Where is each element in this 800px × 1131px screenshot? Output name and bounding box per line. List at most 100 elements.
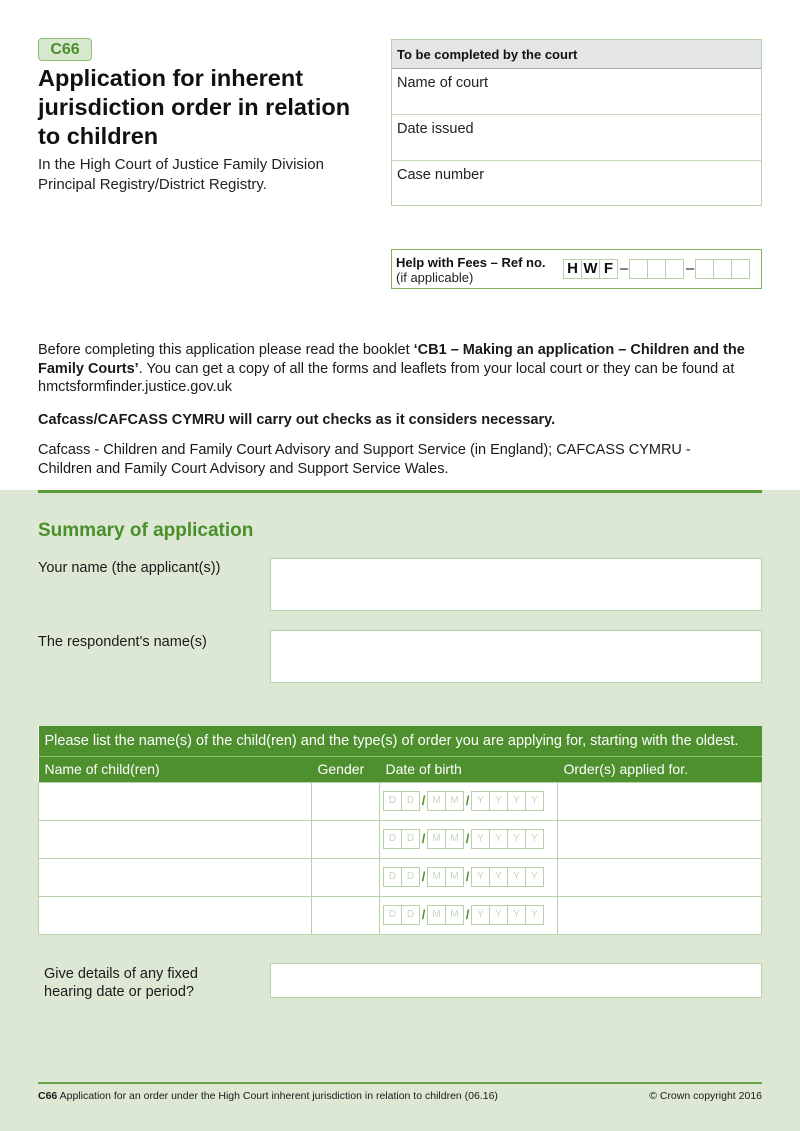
dob-digit-box[interactable]: D — [401, 867, 420, 887]
children-table: Please list the name(s) of the child(ren… — [38, 726, 762, 935]
dob-digit-box[interactable]: M — [427, 905, 446, 925]
cafcass-note: Cafcass - Children and Family Court Advi… — [38, 442, 691, 477]
dob-digit-box[interactable]: Y — [525, 867, 544, 887]
dob-input: D D / M M / Y Y Y Y — [380, 829, 557, 849]
help-with-fees-box: Help with Fees – Ref no. (if applicable)… — [391, 249, 762, 289]
case-number-field[interactable]: Case number — [392, 161, 761, 207]
hwf-digit-cell[interactable] — [695, 259, 714, 279]
footer-text: Application for an order under the High … — [57, 1090, 498, 1102]
child-gender-cell[interactable] — [311, 895, 380, 935]
hwf-prefix-cell: F — [599, 259, 618, 279]
hearing-label-line-1: Give details of any fixed — [44, 966, 198, 982]
hwf-digit-cell[interactable] — [665, 259, 684, 279]
footer-divider — [38, 1082, 762, 1084]
child-name-cell[interactable] — [38, 781, 312, 821]
dob-digit-box[interactable]: M — [445, 867, 464, 887]
dob-input: D D / M M / Y Y Y Y — [380, 905, 557, 925]
dob-digit-box[interactable]: D — [383, 867, 402, 887]
col-header-dob: Date of birth — [379, 756, 558, 782]
dob-digit-box[interactable]: M — [427, 791, 446, 811]
table-caption: Please list the name(s) of the child(ren… — [38, 726, 762, 757]
dob-digit-box[interactable]: Y — [489, 791, 508, 811]
intro-paragraph: Before completing this application pleas… — [38, 341, 768, 397]
dob-separator: / — [421, 869, 426, 884]
page-title: Application for inherent jurisdiction or… — [38, 65, 351, 149]
dob-digit-box[interactable]: Y — [525, 829, 544, 849]
hearing-label-line-2: hearing date or period? — [44, 984, 194, 1000]
hwf-digit-cell[interactable] — [647, 259, 666, 279]
subtitle-line-1: In the High Court of Justice Family Divi… — [38, 156, 324, 173]
dob-digit-box[interactable]: Y — [489, 905, 508, 925]
hearing-date-input[interactable] — [270, 963, 762, 998]
dob-digit-box[interactable]: Y — [471, 905, 490, 925]
dob-separator: / — [421, 831, 426, 846]
dob-digit-box[interactable]: Y — [489, 867, 508, 887]
child-dob-cell: D D / M M / Y Y Y Y — [379, 857, 558, 897]
child-gender-cell[interactable] — [311, 819, 380, 859]
dob-digit-box[interactable]: Y — [471, 829, 490, 849]
child-dob-cell: D D / M M / Y Y Y Y — [379, 781, 558, 821]
dob-separator: / — [465, 793, 470, 808]
court-use-box: To be completed by the court Name of cou… — [391, 39, 762, 206]
child-gender-cell[interactable] — [311, 857, 380, 897]
dob-separator: / — [421, 793, 426, 808]
dob-digit-box[interactable]: M — [445, 791, 464, 811]
child-order-cell[interactable] — [557, 781, 762, 821]
applicant-name-input[interactable] — [270, 558, 762, 611]
respondent-name-input[interactable] — [270, 630, 762, 683]
form-code-badge: C66 — [38, 38, 92, 61]
hwf-digit-cell[interactable] — [713, 259, 732, 279]
table-body: D D / M M / Y Y Y Y D D / M M / Y Y Y Y D D / M M / Y Y Y Y D D / M M / Y Y Y Y — [38, 781, 762, 935]
child-gender-cell[interactable] — [311, 781, 380, 821]
hwf-label: Help with Fees – Ref no. (if applicable) — [396, 255, 546, 285]
hwf-digit-cell[interactable] — [629, 259, 648, 279]
dob-digit-box[interactable]: Y — [471, 867, 490, 887]
dob-digit-box[interactable]: Y — [525, 791, 544, 811]
dob-digit-box[interactable]: D — [401, 905, 420, 925]
dob-digit-box[interactable]: D — [383, 905, 402, 925]
dob-digit-box[interactable]: M — [427, 867, 446, 887]
table-row: D D / M M / Y Y Y Y — [38, 819, 762, 859]
dob-digit-box[interactable]: Y — [489, 829, 508, 849]
dob-digit-box[interactable]: M — [445, 905, 464, 925]
cafcass-checks-notice: Cafcass/CAFCASS CYMRU will carry out che… — [38, 412, 556, 428]
applicant-label: Your name (the applicant(s)) — [38, 560, 221, 576]
dob-separator: / — [465, 831, 470, 846]
hwf-ref-input: H W F – – — [563, 259, 750, 279]
dob-digit-box[interactable]: Y — [525, 905, 544, 925]
child-dob-cell: D D / M M / Y Y Y Y — [379, 895, 558, 935]
dob-digit-box[interactable]: Y — [471, 791, 490, 811]
dob-digit-box[interactable]: Y — [507, 867, 526, 887]
court-box-heading: To be completed by the court — [392, 40, 761, 69]
child-order-cell[interactable] — [557, 857, 762, 897]
date-issued-label: Date issued — [397, 121, 474, 137]
table-caption-row: Please list the name(s) of the child(ren… — [38, 726, 762, 757]
case-number-label: Case number — [397, 167, 485, 183]
dob-separator: / — [465, 907, 470, 922]
col-header-gender: Gender — [311, 756, 380, 782]
table-row: D D / M M / Y Y Y Y — [38, 781, 762, 821]
child-order-cell[interactable] — [557, 819, 762, 859]
dob-digit-box[interactable]: D — [401, 791, 420, 811]
court-name-field[interactable]: Name of court — [392, 69, 761, 115]
date-issued-field[interactable]: Date issued — [392, 115, 761, 161]
dob-input: D D / M M / Y Y Y Y — [380, 867, 557, 887]
child-name-cell[interactable] — [38, 819, 312, 859]
dob-digit-box[interactable]: D — [383, 829, 402, 849]
dob-digit-box[interactable]: Y — [507, 829, 526, 849]
child-order-cell[interactable] — [557, 895, 762, 935]
dob-digit-box[interactable]: M — [445, 829, 464, 849]
hwf-digit-cell[interactable] — [731, 259, 750, 279]
dob-digit-box[interactable]: Y — [507, 791, 526, 811]
dob-digit-box[interactable]: M — [427, 829, 446, 849]
hwf-sublabel: (if applicable) — [396, 270, 474, 285]
dob-digit-box[interactable]: Y — [507, 905, 526, 925]
divider — [38, 490, 762, 493]
child-name-cell[interactable] — [38, 857, 312, 897]
dob-separator: / — [421, 907, 426, 922]
dob-digit-box[interactable]: D — [401, 829, 420, 849]
child-name-cell[interactable] — [38, 895, 312, 935]
dob-digit-box[interactable]: D — [383, 791, 402, 811]
footer-copyright: © Crown copyright 2016 — [649, 1090, 762, 1102]
hwf-prefix-cell: H — [563, 259, 582, 279]
